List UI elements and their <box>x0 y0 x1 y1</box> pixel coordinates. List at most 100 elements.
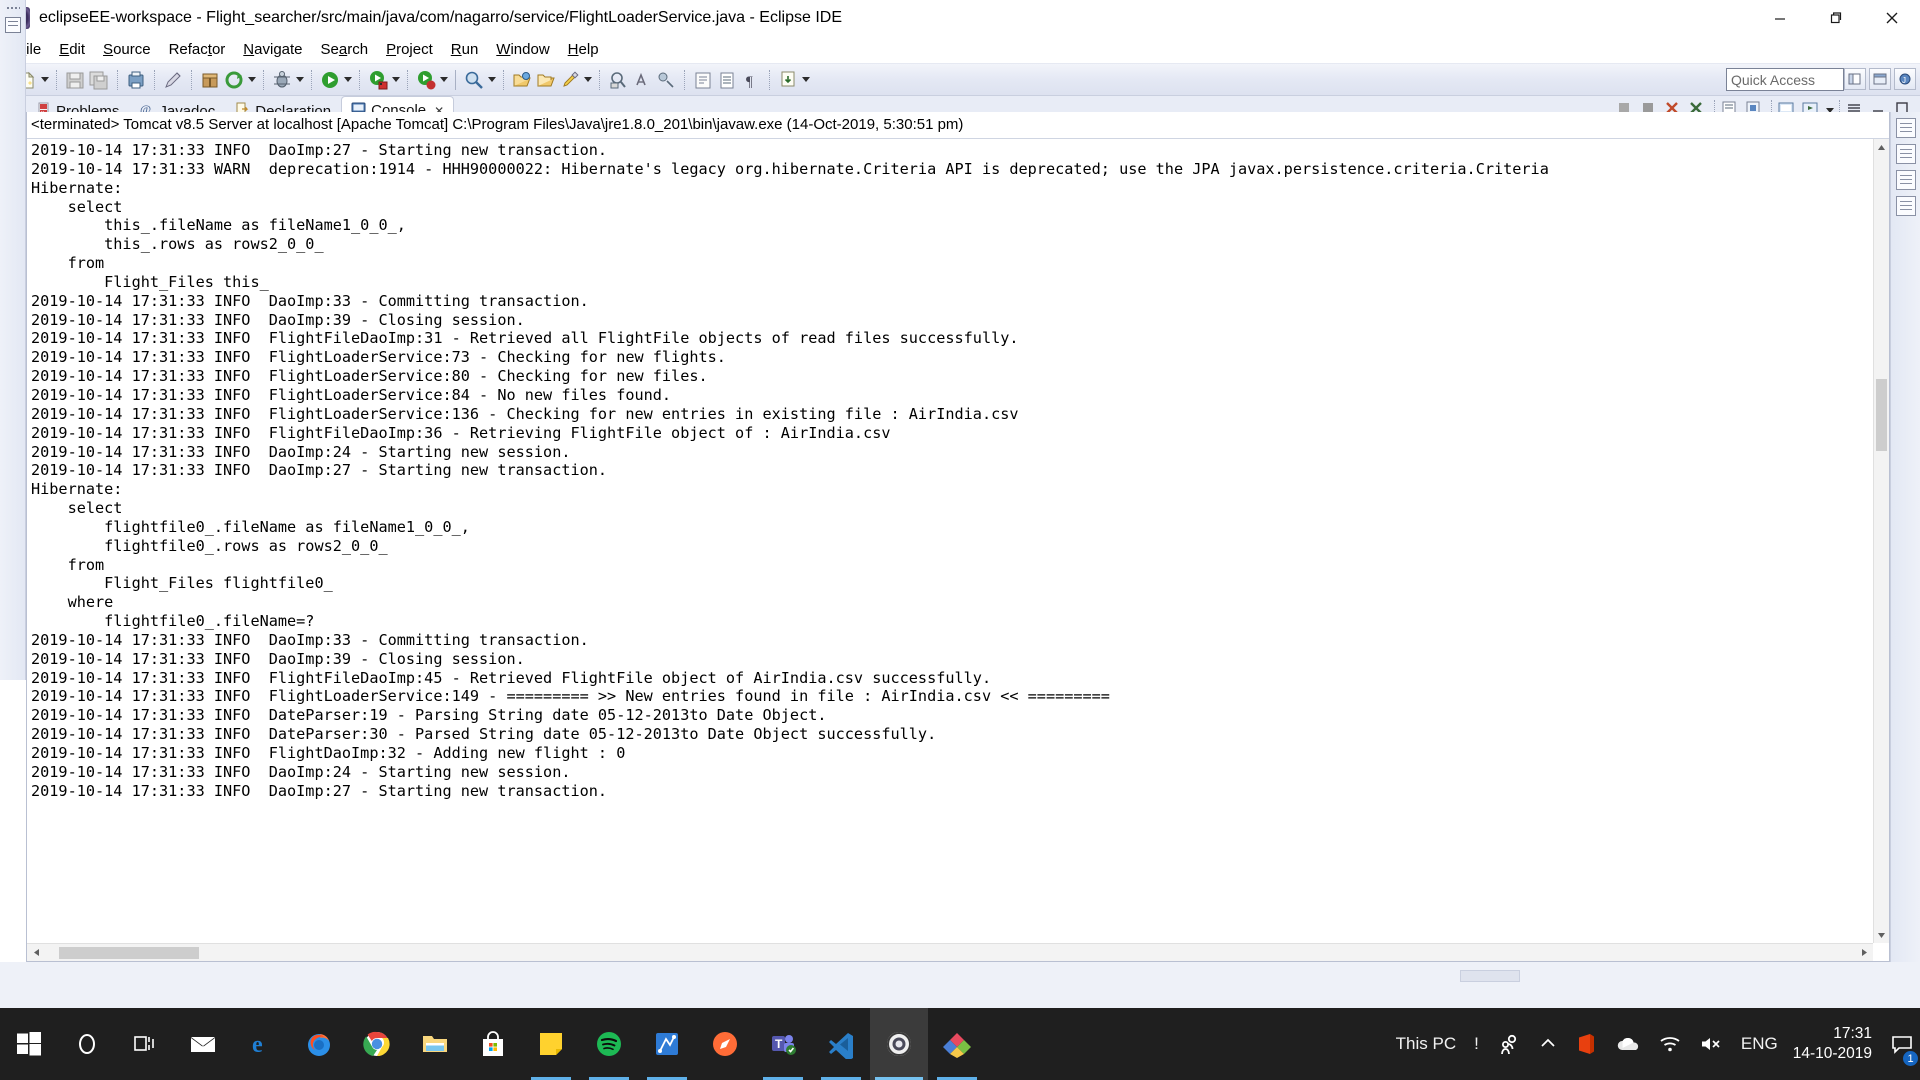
search-dropdown[interactable] <box>486 69 497 91</box>
open-resource-icon[interactable] <box>535 69 557 91</box>
new-wizard-dropdown[interactable] <box>39 69 50 91</box>
next-annotation-icon[interactable] <box>631 69 653 91</box>
console-line: 2019-10-14 17:31:33 INFO FlightLoaderSer… <box>31 687 1110 706</box>
navigation-dropdown[interactable] <box>582 69 593 91</box>
menu-search[interactable]: Search <box>312 39 378 60</box>
open-type-icon[interactable] <box>511 69 533 91</box>
console-horizontal-scrollbar[interactable] <box>27 943 1873 961</box>
scroll-up-arrow[interactable] <box>1874 139 1889 155</box>
cortana-search-button[interactable] <box>58 1008 116 1080</box>
taskbar-app-firefox[interactable] <box>290 1008 348 1080</box>
perspective-java-button[interactable]: J <box>1894 68 1916 90</box>
run-dropdown[interactable] <box>342 69 353 91</box>
perspective-java-ee-button[interactable] <box>1869 68 1891 90</box>
clock-time: 17:31 <box>1833 1025 1872 1042</box>
office-icon[interactable] <box>1566 1008 1606 1080</box>
run-server-icon[interactable] <box>367 69 389 91</box>
menu-navigate[interactable]: Navigate <box>234 39 311 60</box>
console-line: 2019-10-14 17:31:33 INFO FlightLoaderSer… <box>31 348 726 367</box>
console-line: Hibernate: <box>31 480 132 499</box>
minimize-button[interactable] <box>1752 0 1808 36</box>
close-button[interactable] <box>1864 0 1920 36</box>
save-all-icon[interactable] <box>88 69 110 91</box>
servers-view-icon[interactable] <box>1895 170 1916 190</box>
menu-source[interactable]: Source <box>94 39 160 60</box>
scroll-left-arrow[interactable] <box>27 944 45 962</box>
menu-refactor[interactable]: Refactor <box>160 39 235 60</box>
console-line: 2019-10-14 17:31:33 INFO FlightLoaderSer… <box>31 385 672 404</box>
build-icon[interactable] <box>199 69 221 91</box>
toggle-block-selection-icon[interactable] <box>692 69 714 91</box>
taskbar-app-xmind[interactable] <box>638 1008 696 1080</box>
restore-view-icon[interactable] <box>4 17 21 33</box>
language-indicator[interactable]: ENG <box>1732 1008 1787 1080</box>
taskbar-app-visual-studio-code[interactable] <box>812 1008 870 1080</box>
task-list-icon[interactable] <box>1895 144 1916 164</box>
taskbar-app-microsoft-teams[interactable]: T <box>754 1008 812 1080</box>
taskbar-app-file-explorer[interactable] <box>406 1008 464 1080</box>
debug-dropdown[interactable] <box>294 69 305 91</box>
menu-run[interactable]: Run <box>442 39 488 60</box>
taskbar-app-spotify[interactable] <box>580 1008 638 1080</box>
run-server-dropdown[interactable] <box>390 69 401 91</box>
console-output[interactable]: 2019-10-14 17:31:33 INFO DaoImp:27 - Sta… <box>27 139 1873 943</box>
search-icon[interactable] <box>463 69 485 91</box>
rail-drag-handle[interactable] <box>5 6 20 11</box>
show-whitespace-icon[interactable]: ¶ <box>740 69 762 91</box>
build-dropdown[interactable] <box>246 69 257 91</box>
taskbar-app-eclipse[interactable] <box>870 1008 928 1080</box>
task-view-button[interactable] <box>116 1008 174 1080</box>
taskbar-app-edge[interactable]: e <box>232 1008 290 1080</box>
restore-button[interactable] <box>1808 0 1864 36</box>
scroll-down-arrow[interactable] <box>1874 927 1889 943</box>
horizontal-scroll-thumb[interactable] <box>59 946 199 959</box>
menu-edit[interactable]: Edit <box>50 39 94 60</box>
menu-window[interactable]: Window <box>487 39 558 60</box>
notification-center-button[interactable]: 1 <box>1884 1008 1920 1080</box>
prev-annotation-icon[interactable] <box>655 69 677 91</box>
speaker-mute-icon[interactable] <box>1690 1008 1732 1080</box>
run-icon[interactable] <box>319 69 341 91</box>
taskbar-overflow-indicator[interactable]: ! <box>1465 1008 1488 1080</box>
print-icon[interactable] <box>125 69 147 91</box>
refresh-icon[interactable] <box>223 69 245 91</box>
taskbar-app-microsoft-store[interactable] <box>464 1008 522 1080</box>
this-pc-label[interactable]: This PC <box>1387 1008 1465 1080</box>
toolbar-group-search <box>460 68 499 92</box>
start-button[interactable] <box>0 1008 58 1080</box>
highlight-icon[interactable] <box>559 69 581 91</box>
download-dropdown[interactable] <box>800 69 811 91</box>
wifi-icon[interactable] <box>1650 1008 1690 1080</box>
download-icon[interactable] <box>777 69 799 91</box>
pen-icon[interactable] <box>162 69 184 91</box>
taskbar-app-sticky-notes[interactable] <box>522 1008 580 1080</box>
toolbar-group-save <box>61 68 113 92</box>
taskbar-app-mail[interactable] <box>174 1008 232 1080</box>
scroll-right-arrow[interactable] <box>1855 944 1873 962</box>
console-line: flightfile0_.fileName as fileName1_0_0_, <box>31 517 470 536</box>
people-icon[interactable] <box>1488 1008 1530 1080</box>
vertical-scroll-thumb[interactable] <box>1876 379 1887 451</box>
menu-help[interactable]: Help <box>559 39 608 60</box>
console-vertical-scrollbar[interactable] <box>1873 139 1889 943</box>
quick-access-input[interactable]: Quick Access <box>1726 68 1844 91</box>
menu-project[interactable]: Project <box>377 39 442 60</box>
toggle-word-wrap-icon[interactable] <box>716 69 738 91</box>
search-prev-icon[interactable] <box>607 69 629 91</box>
open-perspective-button[interactable] <box>1844 68 1866 90</box>
taskbar-app-mysql-workbench[interactable] <box>928 1008 986 1080</box>
run-config-dropdown[interactable] <box>438 69 449 91</box>
console-view: <terminated> Tomcat v8.5 Server at local… <box>26 112 1890 962</box>
palette-view-icon[interactable] <box>1895 196 1916 216</box>
save-icon[interactable] <box>64 69 86 91</box>
onedrive-cloud-icon[interactable] <box>1606 1008 1650 1080</box>
outline-view-icon[interactable] <box>1895 118 1916 138</box>
run-config-icon[interactable] <box>415 69 437 91</box>
horizontal-scroll-track[interactable] <box>45 944 1855 962</box>
show-hidden-icons-button[interactable] <box>1530 1008 1566 1080</box>
taskbar-app-postman[interactable] <box>696 1008 754 1080</box>
debug-icon[interactable] <box>271 69 293 91</box>
clock[interactable]: 17:31 14-10-2019 <box>1787 1008 1884 1080</box>
toolbar-group-editor: ¶ <box>689 68 765 92</box>
taskbar-app-chrome[interactable] <box>348 1008 406 1080</box>
